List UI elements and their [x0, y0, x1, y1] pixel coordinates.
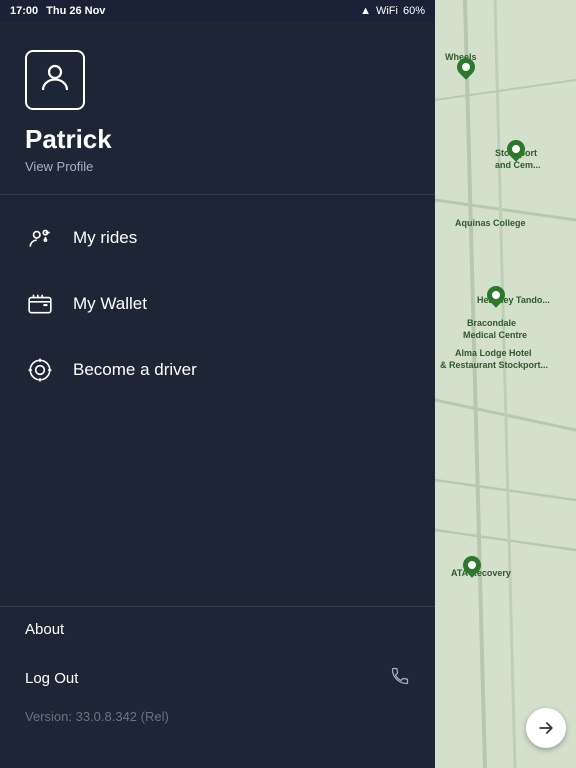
map-label-cem: and Cem... — [495, 160, 541, 170]
logout-item[interactable]: Log Out — [25, 652, 410, 705]
time: 17:00 — [10, 5, 38, 17]
nav-item-my-wallet[interactable]: My Wallet — [0, 271, 435, 337]
map-section: Wheels Stockport and Cem... Aquinas Coll… — [435, 0, 576, 768]
logout-label: Log Out — [25, 670, 78, 687]
map-label-medical: Medical Centre — [463, 330, 527, 340]
user-icon — [37, 60, 73, 101]
version-label: Version: 33.0.8.342 (Rel) — [25, 705, 169, 724]
signal-icon: ▲ — [360, 5, 371, 17]
avatar — [25, 50, 85, 110]
phone-icon — [390, 666, 410, 691]
date: Thu 26 Nov — [46, 5, 105, 17]
wifi-icon: WiFi — [376, 5, 398, 17]
about-label: About — [25, 621, 64, 638]
driver-label: Become a driver — [73, 360, 197, 380]
arrow-right-icon — [536, 718, 556, 738]
map-label-aquinas: Aquinas College — [455, 218, 526, 228]
bottom-section: About Log Out Version: 33.0.8.342 (Rel) — [0, 606, 435, 768]
wallet-label: My Wallet — [73, 294, 147, 314]
status-bar-left: 17:00 Thu 26 Nov — [10, 5, 105, 17]
status-bar-right: ▲ WiFi 60% — [360, 5, 425, 17]
map-label-alma: Alma Lodge Hotel — [455, 348, 532, 358]
profile-section[interactable]: Patrick View Profile — [0, 0, 435, 195]
profile-name: Patrick — [25, 124, 410, 155]
driver-icon — [25, 355, 55, 385]
map-label-restaurant: & Restaurant Stockport... — [440, 360, 548, 370]
map-background: Wheels Stockport and Cem... Aquinas Coll… — [435, 0, 576, 768]
battery-icon: 60% — [403, 5, 425, 17]
map-roads-svg — [435, 0, 576, 768]
map-forward-button[interactable] — [526, 708, 566, 748]
profile-subtitle[interactable]: View Profile — [25, 159, 410, 174]
wallet-icon — [25, 289, 55, 319]
nav-item-my-rides[interactable]: My rides — [0, 205, 435, 271]
version-item: Version: 33.0.8.342 (Rel) — [25, 705, 410, 738]
sidebar: 17:00 Thu 26 Nov ▲ WiFi 60% Patrick View… — [0, 0, 435, 768]
nav-section: My rides My Wallet — [0, 195, 435, 606]
map-label-bracondale: Bracondale — [467, 318, 516, 328]
about-item[interactable]: About — [25, 607, 410, 652]
nav-item-become-driver[interactable]: Become a driver — [0, 337, 435, 403]
status-bar: 17:00 Thu 26 Nov ▲ WiFi 60% — [0, 0, 435, 22]
rides-label: My rides — [73, 228, 137, 248]
map-label-ata: ATA Recovery — [451, 568, 511, 578]
rides-icon — [25, 223, 55, 253]
